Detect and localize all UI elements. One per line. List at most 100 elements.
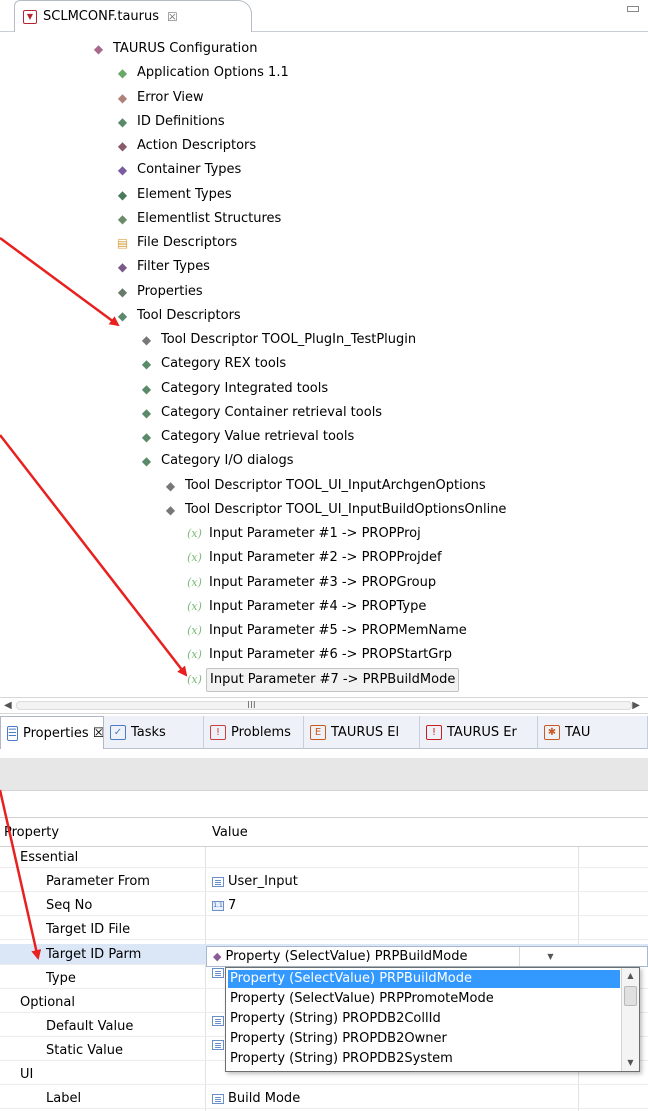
dropdown-option[interactable]: Property (SelectValue) PRPBuildMode — [228, 970, 620, 988]
value-column-header[interactable]: Value — [212, 818, 248, 848]
tree-node[interactable]: (x) Input Parameter #6 -> PROPStartGrp — [186, 644, 455, 666]
property-row[interactable]: Seq No 1.1 7 — [0, 895, 648, 916]
tree-node[interactable]: ◆ Element Types — [114, 184, 235, 206]
property-column-header[interactable]: Property — [4, 818, 59, 848]
taurus-file-icon: ▼ — [23, 9, 37, 24]
property-row[interactable]: Parameter From User_Input — [0, 871, 648, 892]
property-name: Seq No — [46, 898, 93, 913]
scroll-left-icon[interactable]: ◀ — [4, 698, 12, 713]
dropdown-option[interactable]: Property (String) PROPDB2Owner — [228, 1030, 620, 1048]
dropdown-option[interactable]: Property (String) PROPDB2System — [228, 1050, 620, 1068]
tree-node[interactable]: ◆ Category I/O dialogs — [138, 450, 297, 472]
diamond-icon: ◆ — [141, 405, 152, 420]
property-value[interactable]: 1.1 7 — [212, 895, 236, 916]
tree-node[interactable]: ◆ Tool Descriptor TOOL_UI_InputBuildOptio… — [162, 499, 509, 521]
tree-node[interactable]: (x) Input Parameter #3 -> PROPGroup — [186, 572, 439, 594]
tree-node-label: Application Options 1.1 — [137, 65, 289, 81]
list-icon — [212, 1016, 224, 1026]
target-id-parm-combo[interactable]: ◆ Property (SelectValue) PRPBuildMode ▼ — [206, 946, 648, 967]
tree-node-label: Properties — [137, 283, 203, 299]
diamond-icon: ◆ — [165, 502, 176, 517]
tree-node[interactable]: ◆ Category Value retrieval tools — [138, 426, 357, 448]
tree-node[interactable]: ◆ ID Definitions — [114, 111, 228, 133]
diamond-icon: ◆ — [141, 333, 152, 347]
tree-node[interactable]: ◆ Tool Descriptor TOOL_UI_InputArchgenOpt… — [162, 475, 489, 497]
tree-node[interactable]: ◆ Category Container retrieval tools — [138, 402, 385, 424]
tree-node[interactable]: ◆ Category Integrated tools — [138, 378, 331, 400]
property-value[interactable]: Build Mode — [212, 1088, 300, 1109]
tree-node[interactable]: ◆ Filter Types — [114, 256, 213, 278]
view-tab[interactable]: ☰ Properties ☒ — [0, 716, 104, 749]
parameter-icon: (x) — [187, 648, 202, 662]
tree-node-label: Category Container retrieval tools — [161, 404, 383, 420]
tree-node[interactable]: (x) Input Parameter #5 -> PROPMemName — [186, 620, 470, 642]
diamond-icon: ◆ — [117, 90, 128, 105]
view-tab[interactable]: ! Problems — [204, 716, 304, 749]
view-tab-label: TAU — [565, 725, 591, 740]
diamond-icon: ◆ — [141, 381, 152, 396]
tree-node[interactable]: ▤ File Descriptors — [114, 232, 240, 254]
property-name: Parameter From — [46, 874, 150, 889]
scroll-right-icon[interactable]: ▶ — [632, 698, 640, 713]
tree-node[interactable]: (x) Input Parameter #7 -> PRPBuildMode — [186, 667, 460, 692]
tree-node[interactable]: ◆ Elementlist Structures — [114, 208, 284, 230]
property-value-text: Build Mode — [228, 1091, 301, 1106]
view-tab[interactable]: ✱ TAU — [538, 716, 648, 749]
tree-node[interactable]: (x) Input Parameter #1 -> PROPProj — [186, 523, 424, 545]
taurus-error-icon: ! — [426, 725, 442, 740]
view-tab[interactable]: E TAURUS El — [304, 716, 420, 749]
parameter-icon: (x) — [187, 527, 202, 540]
property-row[interactable]: Essential — [0, 847, 648, 868]
diamond-icon: ◆ — [141, 357, 152, 372]
tree-node-label: Action Descriptors — [137, 138, 257, 153]
minimize-icon[interactable] — [627, 6, 639, 12]
diamond-icon: ◆ — [141, 454, 152, 469]
tree-node[interactable]: ◆ Application Options 1.1 — [114, 62, 292, 84]
taurus-icon: ✱ — [544, 725, 560, 740]
scroll-down-icon[interactable]: ▼ — [622, 1055, 639, 1071]
tree-node[interactable]: ◆ Error View — [114, 87, 207, 109]
tree-node-label: Tool Descriptor TOOL_UI_InputArchgenOpti… — [185, 477, 486, 493]
property-name: UI — [20, 1067, 34, 1082]
properties-icon: ☰ — [7, 725, 18, 741]
tree-node[interactable]: ◆ TAURUS Configuration — [90, 38, 260, 60]
tree-node[interactable]: (x) Input Parameter #2 -> PROPProjdef — [186, 547, 445, 569]
view-tab[interactable]: ! TAURUS Er — [420, 716, 538, 749]
dropdown-option[interactable]: Property (SelectValue) PRPPromoteMode — [228, 990, 620, 1008]
tree-node-label: TAURUS Configuration — [113, 41, 258, 56]
property-row[interactable]: Target ID File — [0, 919, 648, 940]
tree-node-label: Container Types — [137, 162, 242, 178]
property-value-text: User_Input — [228, 874, 298, 889]
taurus-element-icon: E — [310, 725, 326, 740]
dropdown-scrollbar[interactable]: ▲ ▼ — [621, 968, 639, 1071]
tree-node-label: Input Parameter #4 -> PROPType — [209, 598, 427, 614]
property-name: Target ID File — [46, 922, 131, 937]
editor-tab-title: SCLMCONF.taurus — [43, 9, 160, 24]
tree-node[interactable]: (x) Input Parameter #4 -> PROPType — [186, 596, 429, 618]
tree-node[interactable]: ◆ Tool Descriptor TOOL_PlugIn_TestPlugin — [138, 329, 419, 351]
property-dropdown-list[interactable]: ▲ ▼ Property (SelectValue) PRPBuildMode P… — [225, 967, 640, 1072]
editor-tab-sclmconf[interactable]: ▼ SCLMCONF.taurus ☒ — [14, 0, 252, 32]
chevron-down-icon[interactable]: ▼ — [519, 947, 581, 966]
property-value[interactable]: User_Input — [212, 871, 298, 892]
horizontal-scrollbar[interactable]: ◀ III ▶ — [0, 697, 648, 714]
parameter-icon: (x) — [187, 624, 202, 637]
tree-node[interactable]: ◆ Tool Descriptors — [114, 305, 244, 327]
tree-node[interactable]: ◆ Category REX tools — [138, 353, 289, 375]
property-row[interactable]: Label Build Mode — [0, 1088, 648, 1109]
tree-node-label: Tool Descriptor TOOL_PlugIn_TestPlugin — [161, 332, 417, 347]
tree-node-label: Error View — [137, 89, 204, 105]
scroll-up-icon[interactable]: ▲ — [622, 968, 639, 984]
tree-node[interactable]: ◆ Container Types — [114, 159, 244, 181]
view-tab[interactable]: ✓ Tasks — [104, 716, 204, 749]
tree-node[interactable]: ◆ Action Descriptors — [114, 135, 259, 157]
tree-node[interactable]: ◆ Properties — [114, 281, 206, 303]
property-name: Target ID Parm — [46, 947, 142, 962]
dropdown-scroll-thumb[interactable] — [624, 986, 637, 1006]
close-icon[interactable]: ☒ — [167, 10, 178, 24]
property-name: Static Value — [46, 1043, 124, 1058]
parameter-icon: (x) — [187, 599, 202, 613]
dropdown-option[interactable]: Property (String) PROPDB2CollId — [228, 1010, 620, 1028]
properties-toolbar — [0, 749, 648, 817]
scrollbar-thumb[interactable] — [16, 701, 632, 710]
